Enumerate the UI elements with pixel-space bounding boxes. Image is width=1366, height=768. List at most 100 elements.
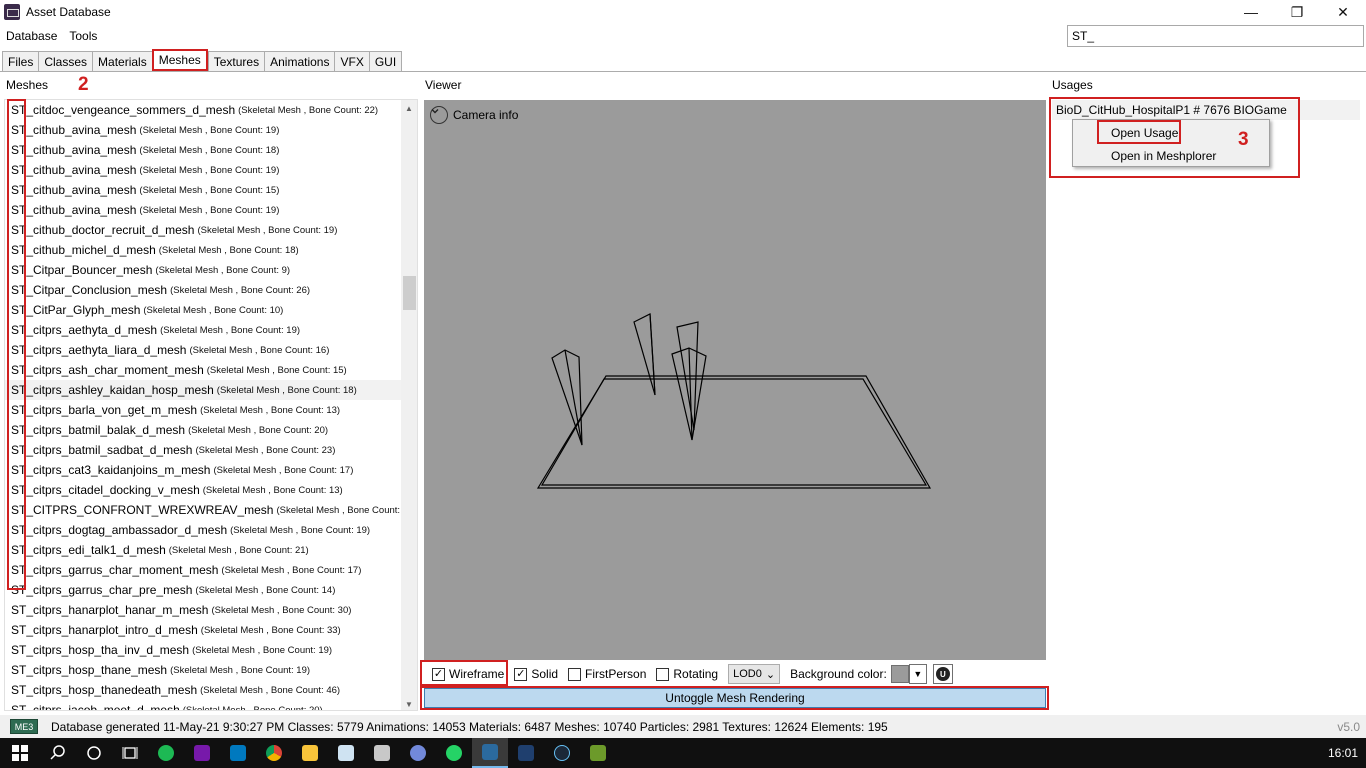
mesh-name: ST_citprs_garrus_char_pre_mesh [11, 583, 193, 597]
legendary-explorer-icon[interactable] [472, 738, 508, 768]
mesh-list-item[interactable]: ST_citprs_hosp_tha_inv_d_mesh (Skeletal M… [5, 640, 417, 660]
discord-icon[interactable] [400, 738, 436, 768]
spotify-icon[interactable] [148, 738, 184, 768]
mesh-meta: (Skeletal Mesh , Bone Count: 16) [189, 344, 330, 356]
mesh-name: ST_CitPar_Glyph_mesh [11, 303, 141, 317]
windows-start-icon[interactable] [0, 738, 40, 768]
whatsapp-icon[interactable] [436, 738, 472, 768]
game-app-icon[interactable] [364, 738, 400, 768]
mesh-list-item[interactable]: ST_cithub_avina_mesh (Skeletal Mesh , Bon… [5, 200, 417, 220]
scroll-up-icon[interactable]: ▲ [401, 100, 417, 116]
mesh-list-item[interactable]: ST_citprs_hanarplot_hanar_m_mesh (Skeleta… [5, 600, 417, 620]
onenote-icon[interactable] [184, 738, 220, 768]
tab-vfx[interactable]: VFX [334, 51, 369, 72]
mesh-name: ST_citprs_aethyta_liara_d_mesh [11, 343, 187, 357]
mesh-name: ST_citprs_hosp_tha_inv_d_mesh [11, 643, 190, 657]
solid-checkbox[interactable]: ✓ [514, 667, 528, 681]
mesh-meta: (Skeletal Mesh , Bone Count: 33) [200, 624, 341, 636]
mesh-name: ST_Citpar_Bouncer_mesh [11, 263, 153, 277]
tab-files[interactable]: Files [2, 51, 39, 72]
mesh-list-item[interactable]: ST_Citpar_Bouncer_mesh (Skeletal Mesh , B… [5, 260, 417, 280]
mesh-list-item[interactable]: ST_citprs_garrus_char_pre_mesh (Skeletal … [5, 580, 417, 600]
menu-database[interactable]: Database [6, 29, 57, 43]
unreal-engine-icon: U [935, 667, 950, 681]
mesh-list-item[interactable]: ST_citprs_dogtag_ambassador_d_mesh (Skele… [5, 520, 417, 540]
mesh-list-item[interactable]: ST_citprs_batmil_balak_d_mesh (Skeletal M… [5, 420, 417, 440]
file-explorer-icon[interactable] [292, 738, 328, 768]
lod-select[interactable]: LOD0 ⌄ [728, 664, 781, 684]
mesh-name: ST_citprs_aethyta_d_mesh [11, 323, 158, 337]
tab-animations[interactable]: Animations [264, 51, 335, 72]
mesh-list-item[interactable]: ST_cithub_doctor_recruit_d_mesh (Skeletal… [5, 220, 417, 240]
terminal-app-icon[interactable] [580, 738, 616, 768]
maximize-button[interactable]: ❐ [1274, 0, 1320, 24]
solid-toggle[interactable]: ✓ Solid [514, 667, 558, 681]
mesh-list-item[interactable]: ST_citprs_citadel_docking_v_mesh (Skeleta… [5, 480, 417, 500]
task-view-icon[interactable] [112, 738, 148, 768]
background-color-swatch[interactable] [890, 665, 909, 683]
mesh-list[interactable]: ST_citdoc_vengeance_sommers_d_mesh (Skele… [4, 99, 418, 711]
mesh-list-item[interactable]: ST_citprs_hosp_thanedeath_mesh (Skeletal … [5, 680, 417, 700]
mesh-list-item[interactable]: ST_citprs_jacob_meet_d_mesh (Skeletal Mes… [5, 700, 417, 711]
mesh-list-item[interactable]: ST_citprs_hanarplot_intro_d_mesh (Skeleta… [5, 620, 417, 640]
tab-materials[interactable]: Materials [92, 51, 152, 72]
mesh-list-item[interactable]: ST_cithub_avina_mesh (Skeletal Mesh , Bon… [5, 120, 417, 140]
mesh-list-item[interactable]: ST_citprs_aethyta_d_mesh (Skeletal Mesh ,… [5, 320, 417, 340]
mesh-viewer[interactable]: Camera info [424, 100, 1046, 660]
mesh-list-item[interactable]: ST_citprs_edi_talk1_d_mesh (Skeletal Mesh… [5, 540, 417, 560]
tab-classes[interactable]: Classes [38, 51, 93, 72]
annotation-3: 3 [1238, 129, 1249, 150]
me-app-icon[interactable] [508, 738, 544, 768]
steam-icon[interactable] [544, 738, 580, 768]
mesh-meta: (Skeletal Mesh , Bone Count: 13) [202, 484, 343, 496]
search-icon[interactable] [40, 738, 76, 768]
search-input[interactable] [1067, 25, 1364, 47]
mesh-list-item[interactable]: ST_citprs_barla_von_get_m_mesh (Skeletal … [5, 400, 417, 420]
color-dropdown-icon[interactable]: ▼ [908, 664, 927, 684]
rotating-checkbox[interactable] [656, 667, 670, 681]
mesh-meta: (Skeletal Mesh , Bone Count: 20) [182, 704, 323, 711]
mesh-name: ST_citprs_garrus_char_moment_mesh [11, 563, 219, 577]
mesh-list-item[interactable]: ST_citprs_aethyta_liara_d_mesh (Skeletal … [5, 340, 417, 360]
mesh-list-item[interactable]: ST_cithub_michel_d_mesh (Skeletal Mesh , … [5, 240, 417, 260]
unreal-engine-button[interactable]: U [932, 664, 953, 684]
mesh-list-item[interactable]: ST_citdoc_vengeance_sommers_d_mesh (Skele… [5, 100, 417, 120]
mesh-list-item[interactable]: ST_Citpar_Conclusion_mesh (Skeletal Mesh … [5, 280, 417, 300]
minimize-button[interactable]: — [1228, 0, 1274, 24]
mesh-name: ST_cithub_avina_mesh [11, 143, 137, 157]
first-person-toggle[interactable]: FirstPerson [568, 667, 646, 681]
mesh-list-item[interactable]: ST_citprs_garrus_char_moment_mesh (Skelet… [5, 560, 417, 580]
viewer-controls: ✓ Wireframe ✓ Solid FirstPerson Rotating… [424, 662, 1046, 686]
close-button[interactable]: ✕ [1320, 0, 1366, 24]
tab-meshes[interactable]: Meshes [151, 49, 208, 71]
chevron-down-icon: ⌄ [765, 668, 776, 681]
mesh-list-item[interactable]: ST_citprs_ash_char_moment_mesh (Skeletal … [5, 360, 417, 380]
scroll-down-icon[interactable]: ▼ [401, 696, 417, 710]
chrome-icon[interactable] [256, 738, 292, 768]
scroll-thumb[interactable] [403, 276, 416, 310]
mesh-meta: (Skeletal Mesh , Bone Count: 30) [211, 604, 352, 616]
rotating-toggle[interactable]: Rotating [656, 667, 718, 681]
mesh-meta: (Skeletal Mesh , Bone Count: 19) [139, 164, 280, 176]
mesh-list-item[interactable]: ST_citprs_hosp_thane_mesh (Skeletal Mesh … [5, 660, 417, 680]
list-scrollbar[interactable]: ▲ ▼ [401, 100, 417, 710]
mesh-meta: (Skeletal Mesh , Bone Count: 21) [168, 544, 309, 556]
tab-textures[interactable]: Textures [207, 51, 265, 72]
mesh-list-item[interactable]: ST_cithub_avina_mesh (Skeletal Mesh , Bon… [5, 180, 417, 200]
taskbar-clock: 16:01 [1327, 746, 1358, 760]
version-label: v5.0 [1337, 719, 1360, 734]
tab-gui[interactable]: GUI [368, 51, 403, 72]
mesh-list-item[interactable]: ST_citprs_batmil_sadbat_d_mesh (Skeletal … [5, 440, 417, 460]
mesh-list-item[interactable]: ST_CITPRS_CONFRONT_WREXWREAV_mesh (Skelet… [5, 500, 417, 520]
mesh-list-item[interactable]: ST_CitPar_Glyph_mesh (Skeletal Mesh , Bon… [5, 300, 417, 320]
mesh-name: ST_citdoc_vengeance_sommers_d_mesh [11, 103, 236, 117]
trello-icon[interactable] [220, 738, 256, 768]
menu-tools[interactable]: Tools [69, 29, 97, 43]
mesh-list-item[interactable]: ST_cithub_avina_mesh (Skeletal Mesh , Bon… [5, 140, 417, 160]
mesh-list-item[interactable]: ST_citprs_cat3_kaidanjoins_m_mesh (Skelet… [5, 460, 417, 480]
first-person-checkbox[interactable] [568, 667, 582, 681]
mesh-list-item[interactable]: ST_citprs_ashley_kaidan_hosp_mesh (Skelet… [5, 380, 417, 400]
mesh-list-item[interactable]: ST_cithub_avina_mesh (Skeletal Mesh , Bon… [5, 160, 417, 180]
cortana-icon[interactable] [76, 738, 112, 768]
notepad-icon[interactable] [328, 738, 364, 768]
